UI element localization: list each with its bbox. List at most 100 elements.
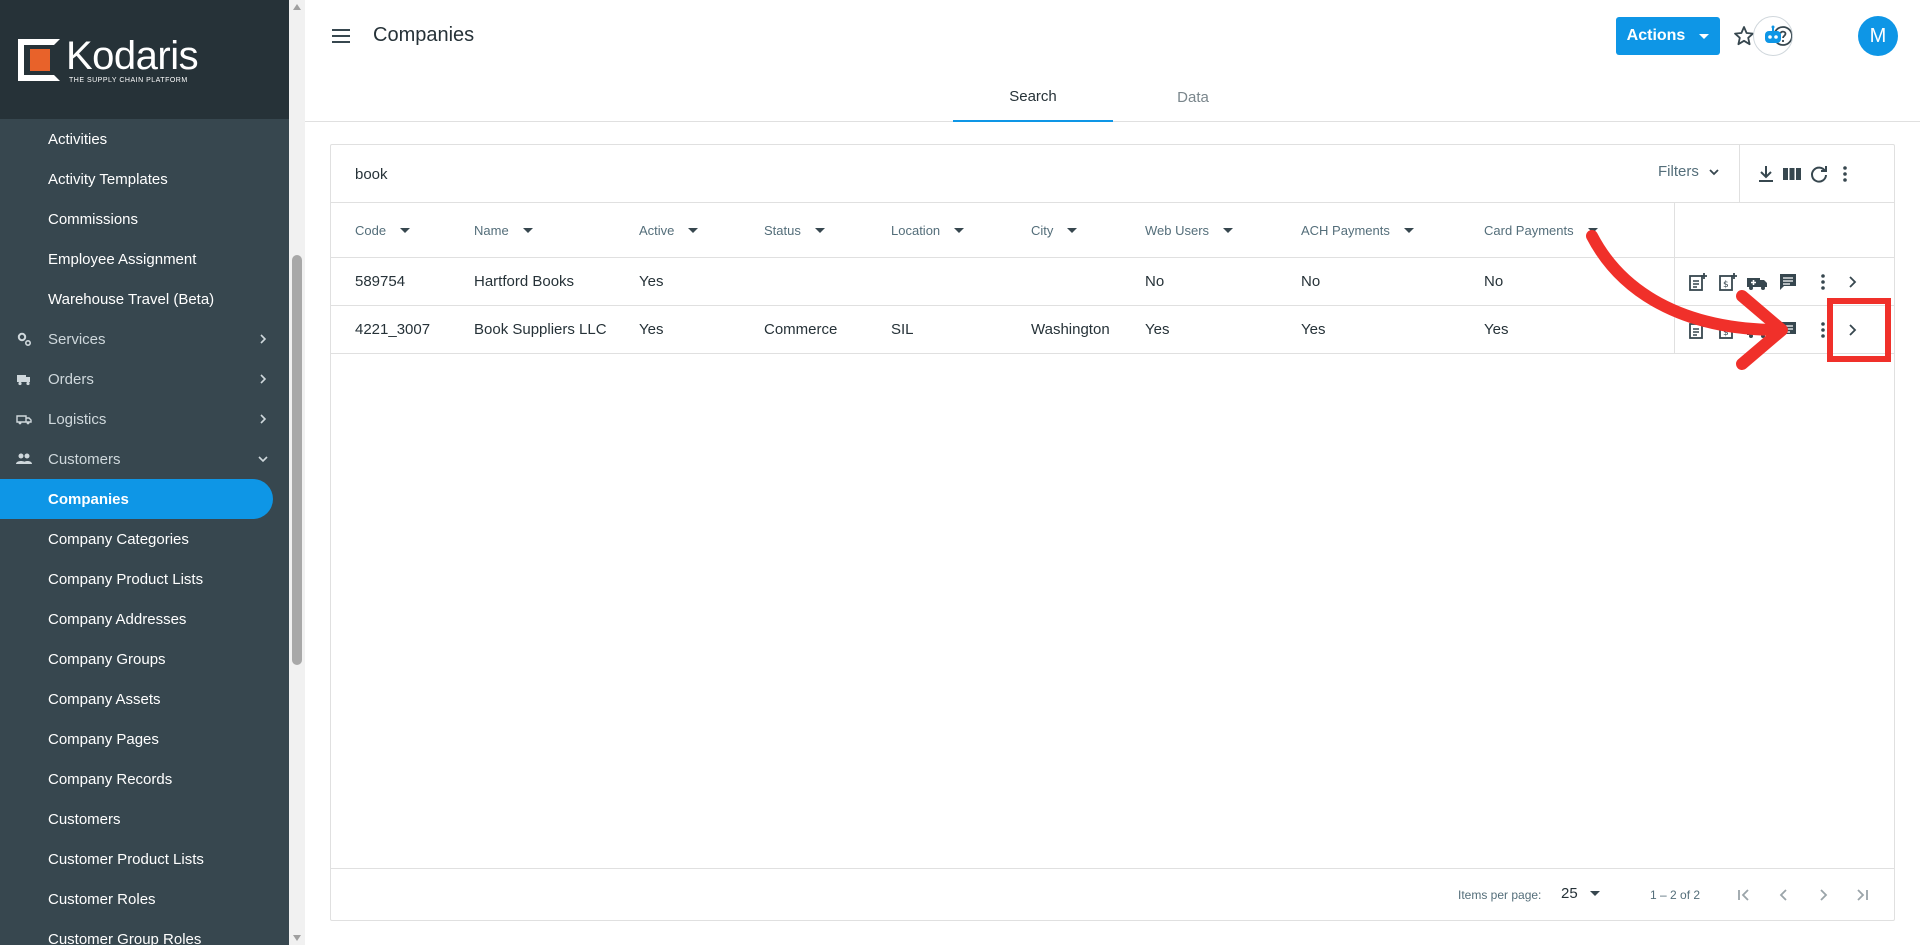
sort-caret-icon: [1223, 228, 1234, 233]
sidebar-item-label: Companies: [48, 490, 129, 508]
previous-page-icon[interactable]: [1773, 884, 1795, 906]
sidebar-item-services[interactable]: Services: [0, 319, 289, 359]
column-header-label: City: [1031, 223, 1054, 238]
sidebar-item-label: Employee Assignment: [48, 250, 197, 268]
row-actions: $: [1674, 258, 1894, 305]
add-shipment-icon[interactable]: [1746, 319, 1768, 341]
sidebar-item-company-pages[interactable]: Company Pages: [0, 719, 289, 759]
cell-city: Washington: [1031, 321, 1110, 338]
more-vert-icon[interactable]: [1812, 319, 1834, 341]
tab-search[interactable]: Search: [953, 72, 1113, 122]
scroll-up-arrow-icon[interactable]: [293, 4, 301, 10]
sidebar-nav: Activities Activity Templates Commission…: [0, 119, 289, 945]
add-shipment-icon[interactable]: [1746, 271, 1768, 293]
first-page-icon[interactable]: [1733, 884, 1755, 906]
sidebar-item-company-categories[interactable]: Company Categories: [0, 519, 289, 559]
chevron-right-icon: [260, 414, 267, 424]
sidebar-item-label: Company Product Lists: [48, 570, 204, 588]
column-header-location[interactable]: Location: [891, 223, 965, 238]
comment-icon[interactable]: [1777, 319, 1799, 341]
column-header-name[interactable]: Name: [474, 223, 533, 238]
more-vert-icon[interactable]: [1812, 271, 1834, 293]
sidebar-item-label: Customer Product Lists: [48, 850, 204, 868]
sidebar-item-companies[interactable]: Companies: [0, 479, 273, 519]
top-bar: Companies Actions M: [305, 0, 1920, 72]
cell-active: Yes: [639, 321, 664, 338]
sidebar-item-label: Activity Templates: [48, 170, 168, 188]
sidebar-item-company-records[interactable]: Company Records: [0, 759, 289, 799]
add-note-icon[interactable]: [1687, 319, 1709, 341]
column-header-ach-payments[interactable]: ACH Payments: [1301, 223, 1414, 238]
gears-icon: [16, 331, 32, 347]
actions-button[interactable]: Actions: [1616, 17, 1720, 55]
chevron-right-icon: [260, 334, 267, 344]
sidebar-item-activities[interactable]: Activities: [0, 119, 289, 159]
table-row[interactable]: 4221_3007 Book Suppliers LLC Yes Commerc…: [331, 306, 1894, 354]
next-page-icon[interactable]: [1812, 884, 1834, 906]
items-per-page-select[interactable]: 25: [1561, 885, 1600, 902]
sidebar-item-commissions[interactable]: Commissions: [0, 199, 289, 239]
user-avatar[interactable]: M: [1858, 16, 1898, 56]
people-icon: [16, 451, 32, 467]
column-header-web-users[interactable]: Web Users: [1145, 223, 1234, 238]
columns-icon[interactable]: [1781, 163, 1803, 185]
download-icon[interactable]: [1755, 163, 1777, 185]
cell-ach-payments: Yes: [1301, 321, 1326, 338]
sidebar-item-orders[interactable]: Orders: [0, 359, 289, 399]
sidebar-item-company-groups[interactable]: Company Groups: [0, 639, 289, 679]
cell-ach-payments: No: [1301, 273, 1321, 290]
add-payment-icon[interactable]: $: [1717, 319, 1739, 341]
sidebar-item-customer-product-lists[interactable]: Customer Product Lists: [0, 839, 289, 879]
sidebar-item-company-product-lists[interactable]: Company Product Lists: [0, 559, 289, 599]
cell-status: Commerce: [764, 321, 838, 338]
column-header-active[interactable]: Active: [639, 223, 699, 238]
refresh-icon[interactable]: [1808, 163, 1830, 185]
add-note-icon[interactable]: [1687, 271, 1709, 293]
sidebar-item-logistics[interactable]: Logistics: [0, 399, 289, 439]
actions-button-label: Actions: [1626, 27, 1686, 44]
sidebar-item-customer-group-roles[interactable]: Customer Group Roles: [0, 919, 289, 945]
sidebar-item-label: Warehouse Travel (Beta): [48, 290, 215, 308]
tab-bar: Search Data: [305, 72, 1920, 122]
comment-icon[interactable]: [1777, 271, 1799, 293]
chevron-right-icon[interactable]: [1842, 271, 1864, 293]
assistant-bot-button[interactable]: [1753, 16, 1793, 56]
sidebar-scrollbar[interactable]: [289, 0, 305, 945]
column-header-status[interactable]: Status: [764, 223, 825, 238]
more-vert-icon[interactable]: [1834, 163, 1856, 185]
last-page-icon[interactable]: [1851, 884, 1873, 906]
logo[interactable]: Kodaris THE SUPPLY CHAIN PLATFORM: [0, 0, 289, 119]
sort-caret-icon: [688, 228, 699, 233]
sidebar-item-company-addresses[interactable]: Company Addresses: [0, 599, 289, 639]
sidebar-item-customer-roles[interactable]: Customer Roles: [0, 879, 289, 919]
hamburger-menu-icon[interactable]: [330, 25, 352, 47]
tab-data[interactable]: Data: [1113, 72, 1273, 122]
sidebar-item-customers-group[interactable]: Customers: [0, 439, 289, 479]
sidebar-item-label: Orders: [48, 370, 94, 388]
scroll-down-arrow-icon[interactable]: [293, 935, 301, 941]
column-header-label: Code: [355, 223, 387, 238]
sidebar-item-label: Customer Group Roles: [48, 930, 202, 945]
column-header-card-payments[interactable]: Card Payments: [1484, 223, 1598, 238]
companies-table-card: Filters Code Name Active Status Location…: [330, 144, 1895, 921]
column-header-code[interactable]: Code: [355, 223, 411, 238]
brand-tagline: THE SUPPLY CHAIN PLATFORM: [69, 76, 188, 84]
sidebar-item-company-assets[interactable]: Company Assets: [0, 679, 289, 719]
brand-name: Kodaris: [66, 33, 199, 78]
add-payment-icon[interactable]: $: [1717, 271, 1739, 293]
column-header-city[interactable]: City: [1031, 223, 1078, 238]
sidebar-item-label: Logistics: [48, 410, 107, 428]
table-row[interactable]: 589754 Hartford Books Yes No No No $: [331, 258, 1894, 306]
chevron-down-icon: [1709, 168, 1719, 175]
sort-caret-icon: [1403, 228, 1414, 233]
search-input[interactable]: [355, 163, 955, 185]
sidebar-item-warehouse-travel[interactable]: Warehouse Travel (Beta): [0, 279, 289, 319]
sidebar-item-employee-assignment[interactable]: Employee Assignment: [0, 239, 289, 279]
truck-icon: [16, 371, 32, 387]
scrollbar-thumb[interactable]: [292, 255, 302, 665]
sidebar-item-customers[interactable]: Customers: [0, 799, 289, 839]
sidebar-item-activity-templates[interactable]: Activity Templates: [0, 159, 289, 199]
filters-dropdown[interactable]: Filters: [1658, 163, 1721, 180]
chevron-right-icon[interactable]: [1842, 319, 1864, 341]
cell-web-users: Yes: [1145, 321, 1170, 338]
